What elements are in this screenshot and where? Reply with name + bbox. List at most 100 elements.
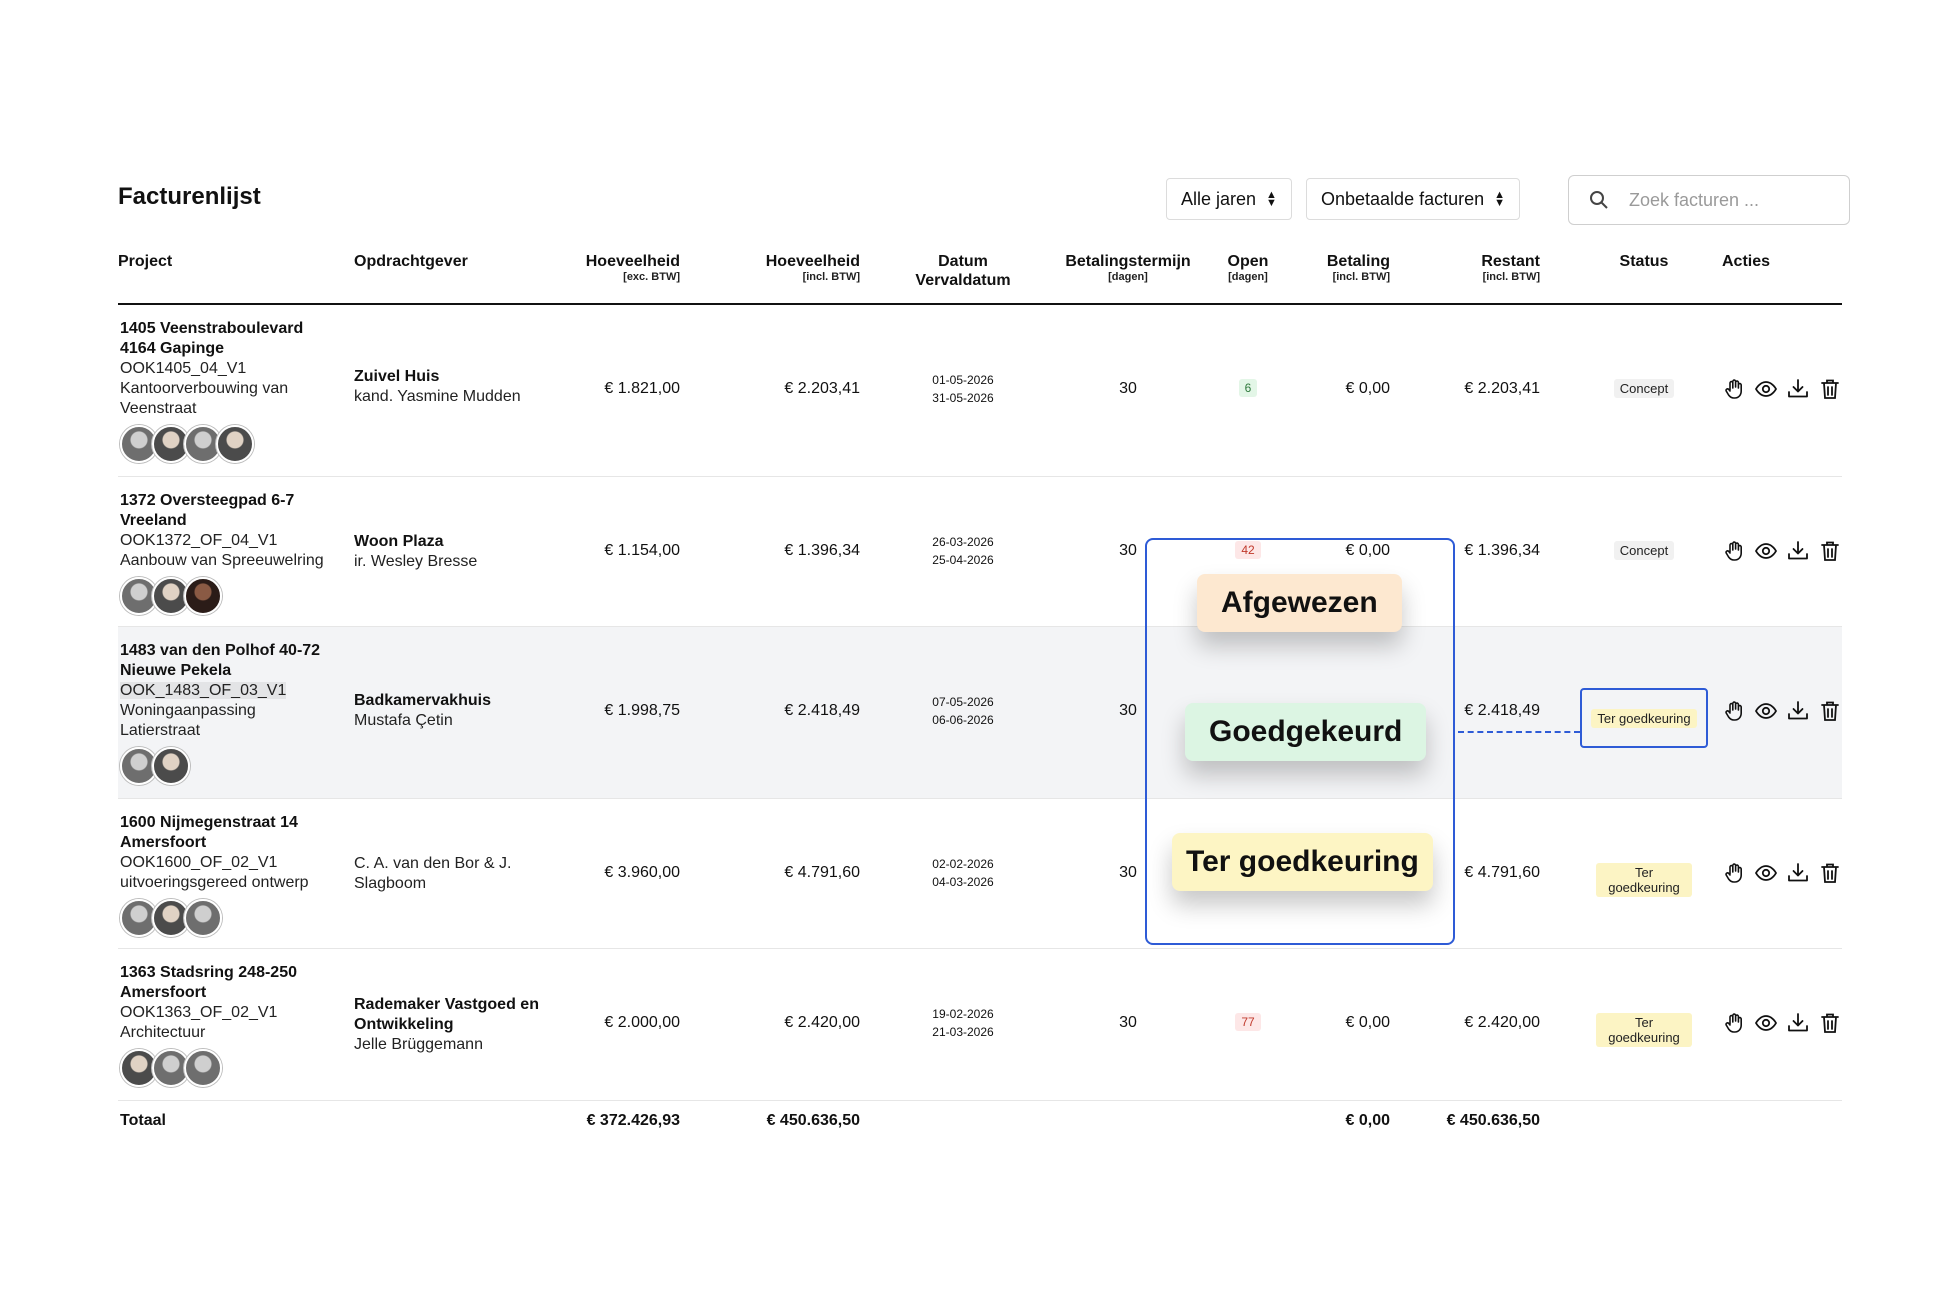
table-row[interactable]: 1363 Stadsring 248-250 Amersfoort OOK136… bbox=[118, 949, 1842, 1101]
download-icon[interactable] bbox=[1786, 699, 1810, 723]
col-status[interactable]: Status bbox=[1596, 252, 1692, 271]
payment-term: 30 bbox=[1119, 380, 1137, 397]
client-cell: Zuivel Huis kand. Yasmine Mudden bbox=[354, 367, 521, 407]
eye-icon[interactable] bbox=[1754, 1011, 1778, 1035]
project-code: OOK1372_OF_04_V1 bbox=[120, 532, 278, 549]
eye-icon[interactable] bbox=[1754, 539, 1778, 563]
client-contact: Mustafa Çetin bbox=[354, 712, 453, 729]
invoice-filter-select[interactable]: Onbetaalde facturen ▲ ▼ bbox=[1306, 178, 1521, 220]
col-amount-ex-label: Hoeveelheid bbox=[585, 253, 680, 270]
trash-icon[interactable] bbox=[1818, 861, 1842, 885]
eye-icon[interactable] bbox=[1754, 861, 1778, 885]
dates-cell: 01-05-2026 31-05-2026 bbox=[900, 371, 1026, 407]
hand-icon[interactable] bbox=[1722, 861, 1746, 885]
table-row[interactable]: 1600 Nijmegenstraat 14 Amersfoort OOK160… bbox=[118, 799, 1842, 949]
trash-icon[interactable] bbox=[1818, 699, 1842, 723]
avatar-group bbox=[120, 1049, 297, 1087]
col-amount-incl-label: Hoeveelheid bbox=[765, 253, 860, 270]
trash-icon[interactable] bbox=[1818, 539, 1842, 563]
col-amount-incl[interactable]: Hoeveelheid [incl. BTW] bbox=[740, 252, 860, 284]
open-days-badge: 6 bbox=[1238, 379, 1258, 397]
status-cell: Concept bbox=[1596, 541, 1692, 560]
open-days-badge: 77 bbox=[1235, 1013, 1261, 1031]
hand-icon[interactable] bbox=[1722, 1011, 1746, 1035]
project-title-line: 1483 van den Polhof 40-72 bbox=[120, 642, 321, 659]
status-badge[interactable]: Ter goedkeuring bbox=[1596, 1013, 1692, 1047]
col-payment[interactable]: Betaling [incl. BTW] bbox=[1300, 252, 1390, 284]
col-remaining-sub: [incl. BTW] bbox=[1482, 271, 1540, 283]
status-connector-line bbox=[1458, 731, 1580, 733]
avatar bbox=[184, 577, 222, 615]
table-row[interactable]: 1405 Veenstraboulevard 4164 Gapinge OOK1… bbox=[118, 305, 1842, 477]
col-project[interactable]: Project bbox=[118, 252, 172, 271]
download-icon[interactable] bbox=[1786, 861, 1810, 885]
search-input[interactable] bbox=[1627, 188, 1831, 212]
client-cell: C. A. van den Bor & J. Slagboom bbox=[354, 854, 511, 894]
col-date[interactable]: Datum Vervaldatum bbox=[900, 252, 1026, 290]
amount-incl: € 2.203,41 bbox=[784, 380, 860, 397]
status-option-pending[interactable]: Ter goedkeuring bbox=[1172, 833, 1433, 891]
totals-label: Totaal bbox=[120, 1112, 166, 1129]
hand-icon[interactable] bbox=[1722, 539, 1746, 563]
actions-cell bbox=[1722, 539, 1842, 563]
trash-icon[interactable] bbox=[1818, 377, 1842, 401]
actions-cell bbox=[1722, 377, 1842, 401]
status-badge[interactable]: Ter goedkeuring bbox=[1591, 708, 1697, 728]
client-contact: Slagboom bbox=[354, 875, 427, 892]
dates-cell: 26-03-2026 25-04-2026 bbox=[900, 533, 1026, 569]
status-cell: Ter goedkeuring bbox=[1596, 1013, 1692, 1047]
col-open[interactable]: Open [dagen] bbox=[1218, 252, 1278, 284]
total-remaining: € 450.636,50 bbox=[1446, 1112, 1540, 1129]
invoice-date: 07-05-2026 bbox=[932, 695, 994, 709]
search-box[interactable] bbox=[1568, 175, 1850, 225]
status-option-rejected[interactable]: Afgewezen bbox=[1197, 574, 1402, 632]
status-badge[interactable]: Concept bbox=[1613, 541, 1675, 560]
col-term[interactable]: Betalingstermijn [dagen] bbox=[1058, 252, 1198, 284]
client-name: Rademaker Vastgoed en bbox=[354, 996, 539, 1013]
download-icon[interactable] bbox=[1786, 539, 1810, 563]
project-title-line: Nieuwe Pekela bbox=[120, 662, 232, 679]
invoice-date: 02-02-2026 bbox=[932, 857, 994, 871]
project-description: Latierstraat bbox=[120, 722, 201, 739]
total-payment: € 0,00 bbox=[1345, 1112, 1390, 1129]
amount-ex: € 1.154,00 bbox=[604, 542, 680, 559]
col-client[interactable]: Opdrachtgever bbox=[354, 252, 468, 271]
col-amount-ex[interactable]: Hoeveelheid [exc. BTW] bbox=[560, 252, 680, 284]
year-filter-select[interactable]: Alle jaren ▲ ▼ bbox=[1166, 178, 1292, 220]
search-icon bbox=[1590, 191, 1608, 209]
col-amount-incl-sub: [incl. BTW] bbox=[802, 271, 860, 283]
project-code: OOK1600_OF_02_V1 bbox=[120, 854, 278, 871]
col-term-label: Betalingstermijn bbox=[1065, 253, 1191, 270]
download-icon[interactable] bbox=[1786, 377, 1810, 401]
chevron-updown-icon: ▲ ▼ bbox=[1266, 189, 1277, 209]
col-payment-sub: [incl. BTW] bbox=[1332, 271, 1390, 283]
trash-icon[interactable] bbox=[1818, 1011, 1842, 1035]
hand-icon[interactable] bbox=[1722, 699, 1746, 723]
project-description: Veenstraat bbox=[120, 400, 197, 417]
client-name: Zuivel Huis bbox=[354, 368, 440, 385]
open-days-cell: 77 bbox=[1218, 1013, 1278, 1031]
project-description: Woningaanpassing bbox=[120, 702, 256, 719]
col-payment-label: Betaling bbox=[1326, 253, 1390, 270]
active-status-cell[interactable]: Ter goedkeuring bbox=[1580, 688, 1708, 748]
eye-icon[interactable] bbox=[1754, 377, 1778, 401]
actions-cell bbox=[1722, 861, 1842, 885]
hand-icon[interactable] bbox=[1722, 377, 1746, 401]
project-title-line: Vreeland bbox=[120, 512, 187, 529]
table-row[interactable]: 1372 Oversteegpad 6-7 Vreeland OOK1372_O… bbox=[118, 477, 1842, 627]
client-cell: Rademaker Vastgoed en Ontwikkeling Jelle… bbox=[354, 995, 539, 1055]
client-contact: Jelle Brüggemann bbox=[354, 1036, 483, 1053]
dates-cell: 02-02-2026 04-03-2026 bbox=[900, 855, 1026, 891]
status-badge[interactable]: Concept bbox=[1613, 379, 1675, 398]
download-icon[interactable] bbox=[1786, 1011, 1810, 1035]
project-description: Aanbouw van Spreeuwelring bbox=[120, 552, 324, 569]
col-term-sub: [dagen] bbox=[1108, 271, 1148, 283]
status-badge[interactable]: Ter goedkeuring bbox=[1596, 863, 1692, 897]
project-cell: 1405 Veenstraboulevard 4164 Gapinge OOK1… bbox=[120, 319, 303, 463]
avatar-group bbox=[120, 899, 309, 937]
status-cell: Ter goedkeuring bbox=[1596, 863, 1692, 897]
payment-amount: € 0,00 bbox=[1345, 380, 1390, 397]
status-option-approved[interactable]: Goedgekeurd bbox=[1185, 703, 1427, 761]
eye-icon[interactable] bbox=[1754, 699, 1778, 723]
col-remaining[interactable]: Restant [incl. BTW] bbox=[1440, 252, 1540, 284]
